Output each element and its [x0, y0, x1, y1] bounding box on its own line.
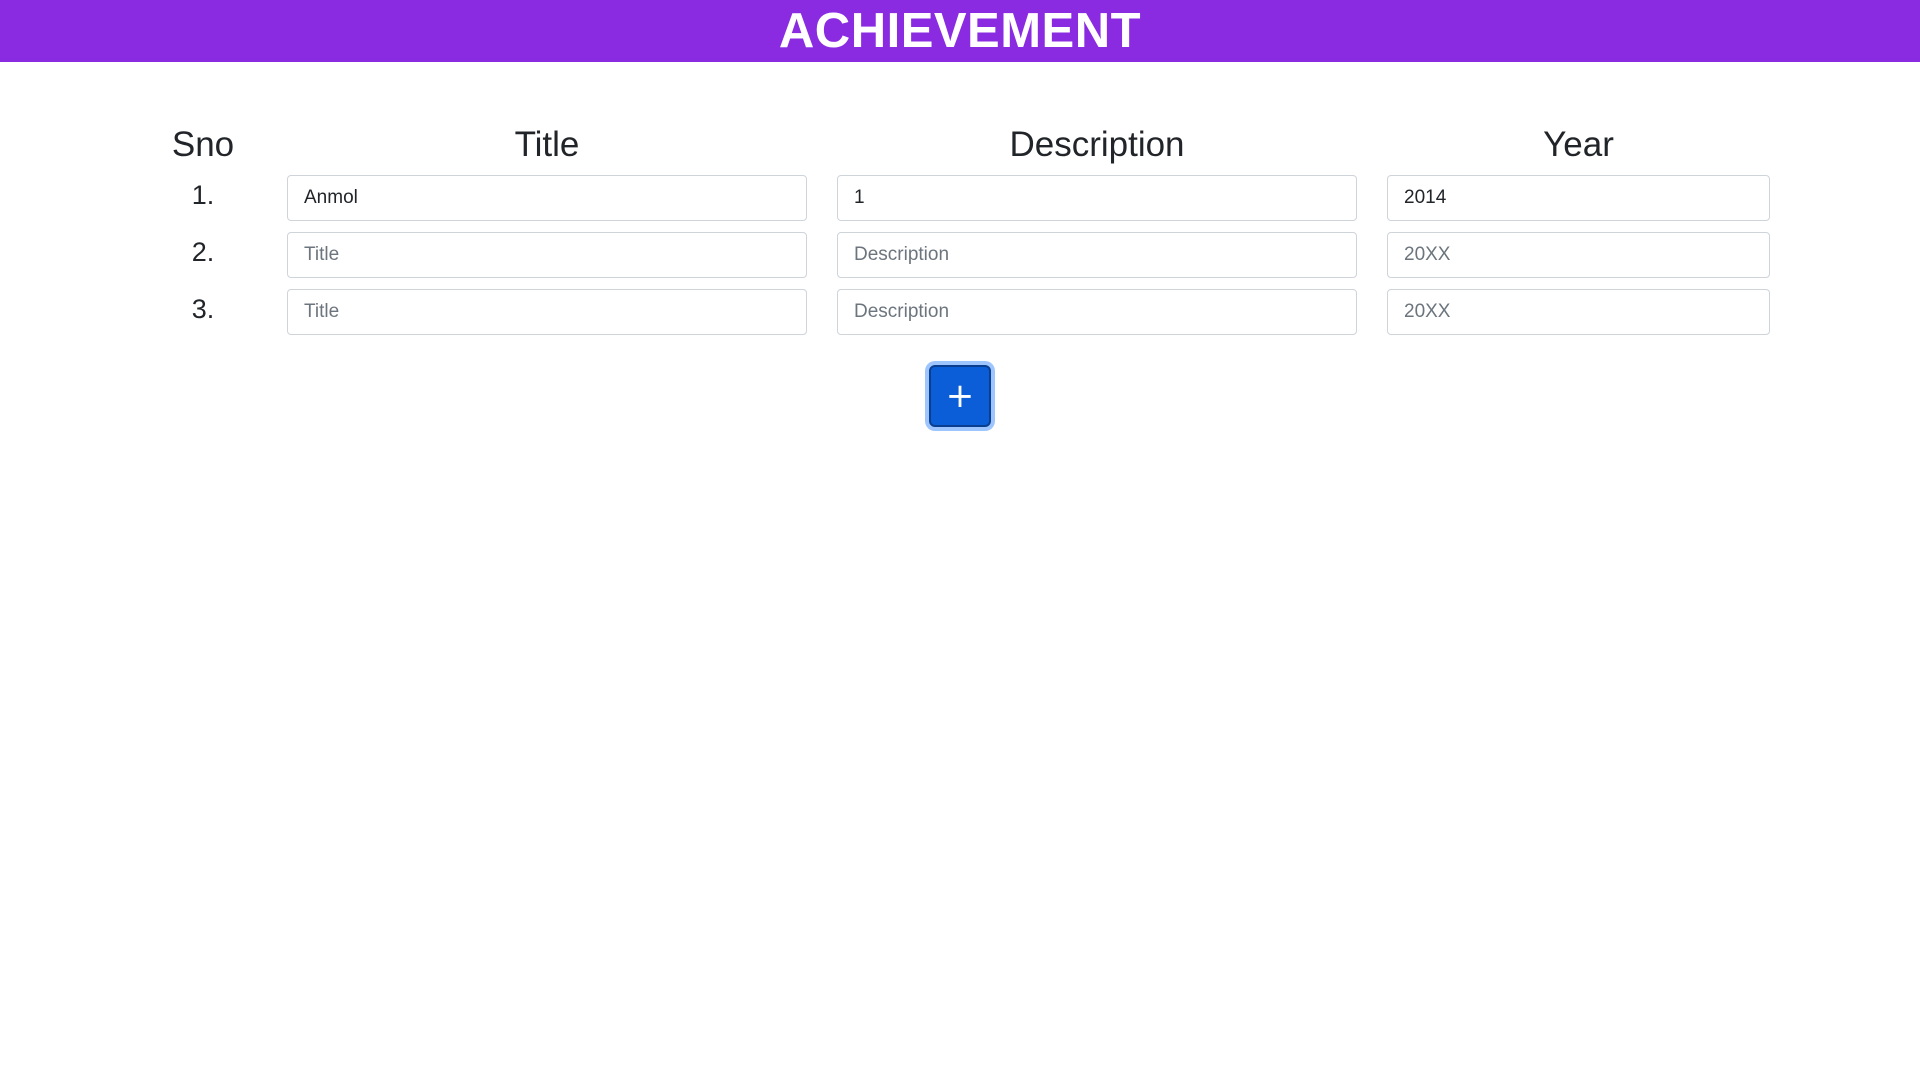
description-input[interactable]	[837, 232, 1357, 278]
year-input[interactable]	[1387, 175, 1770, 221]
row-number: 1.	[191, 180, 215, 210]
column-header-description: Description	[1009, 125, 1185, 164]
description-input[interactable]	[837, 175, 1357, 221]
plus-icon: +	[945, 376, 975, 416]
row-number: 3.	[191, 294, 215, 324]
column-header-title: Title	[514, 125, 580, 164]
row-number: 2.	[191, 237, 215, 267]
year-input[interactable]	[1387, 232, 1770, 278]
title-input[interactable]	[287, 289, 807, 335]
title-input[interactable]	[287, 232, 807, 278]
column-header-sno: Sno	[171, 125, 235, 164]
title-input[interactable]	[287, 175, 807, 221]
achievement-table: Sno Title Description Year 1. 2. 3. +	[0, 0, 1920, 1080]
year-input[interactable]	[1387, 289, 1770, 335]
column-header-year: Year	[1543, 125, 1614, 164]
description-input[interactable]	[837, 289, 1357, 335]
add-row-button[interactable]: +	[929, 365, 991, 427]
